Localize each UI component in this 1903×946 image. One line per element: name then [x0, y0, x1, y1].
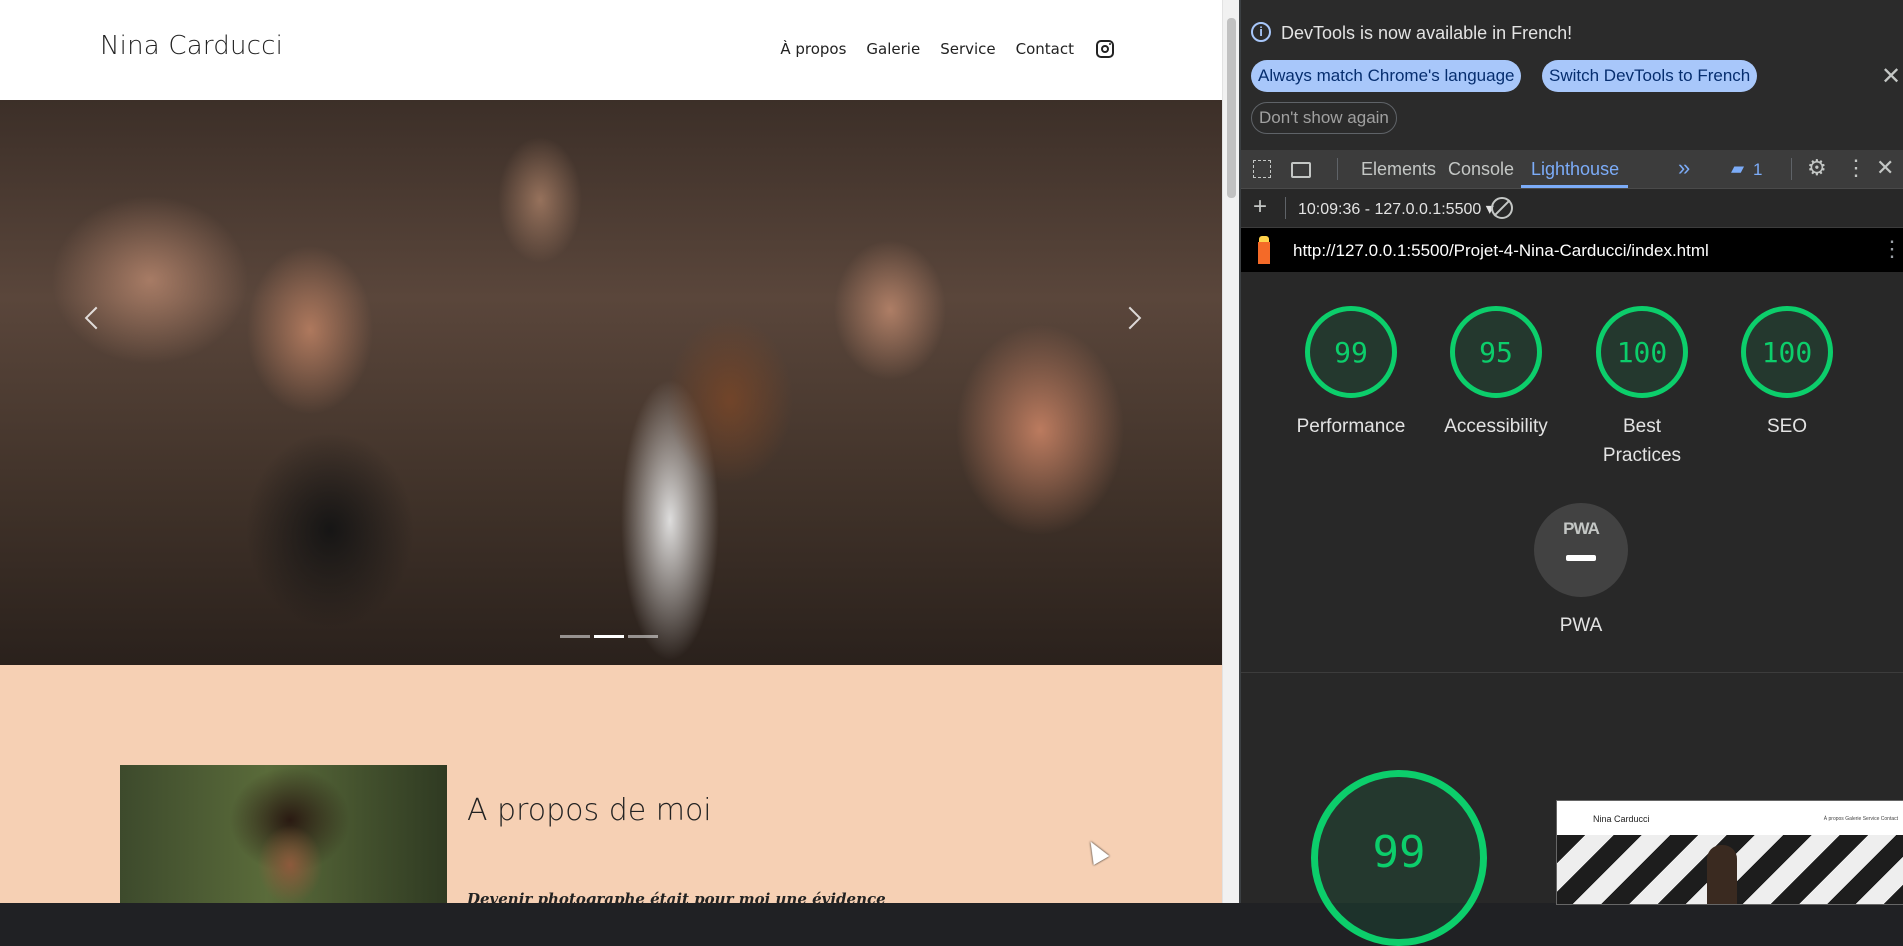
tab-elements[interactable]: Elements: [1361, 159, 1436, 180]
nav-link-contact[interactable]: Contact: [1016, 40, 1074, 58]
toolbar-separator: [1285, 197, 1286, 219]
report-select-dropdown[interactable]: 10:09:36 - 127.0.0.1:5500 ▾: [1298, 199, 1494, 219]
about-section: A propos de moi Devenir photographe étai…: [0, 665, 1222, 903]
gauge-label: Performance: [1296, 416, 1406, 437]
gauge-score: 99: [1305, 306, 1397, 398]
site-nav: À propos Galerie Service Contact: [780, 40, 1114, 58]
about-portrait-image: [120, 765, 447, 903]
site-brand[interactable]: Nina Carducci: [100, 31, 283, 61]
switch-language-button[interactable]: Switch DevTools to French: [1542, 60, 1758, 92]
thumbnail-nav: À propos Galerie Service Contact: [1823, 816, 1898, 822]
carousel-next-icon[interactable]: [1118, 306, 1142, 330]
report-menu-icon[interactable]: ⋮: [1881, 236, 1903, 262]
pwa-dash: [1566, 555, 1596, 561]
scrollbar-thumb[interactable]: [1227, 18, 1236, 198]
nav-link-apropos[interactable]: À propos: [780, 40, 846, 58]
always-match-language-button[interactable]: Always match Chrome's language: [1251, 60, 1522, 92]
devtools-panel: i DevTools is now available in French! A…: [1241, 0, 1903, 903]
language-infobar: i DevTools is now available in French! A…: [1241, 0, 1903, 150]
tab-lighthouse[interactable]: Lighthouse: [1531, 159, 1619, 180]
website-viewport: Nina Carducci À propos Galerie Service C…: [0, 0, 1222, 903]
site-header: Nina Carducci À propos Galerie Service C…: [0, 0, 1222, 100]
more-tabs-icon[interactable]: »: [1678, 155, 1690, 181]
hero-carousel: [0, 100, 1222, 665]
gauge-label: PWA: [1559, 615, 1603, 636]
toolbar-separator: [1791, 158, 1792, 180]
inspect-element-icon[interactable]: [1253, 160, 1271, 178]
carousel-indicators: [560, 635, 658, 638]
carousel-indicator[interactable]: [628, 635, 658, 638]
gauge-score: 100: [1596, 306, 1688, 398]
about-subtitle: Devenir photographe était pour moi une é…: [467, 890, 886, 903]
gauge-accessibility[interactable]: 95 Accessibility: [1436, 306, 1556, 441]
performance-big-gauge: 99: [1311, 770, 1487, 946]
report-divider: [1241, 672, 1903, 673]
devtools-tabbar: Elements Console Lighthouse » ▰ 1 ⚙ ⋮ ✕: [1241, 150, 1903, 189]
lighthouse-toolbar: + 10:09:36 - 127.0.0.1:5500 ▾: [1241, 189, 1903, 228]
gauge-performance[interactable]: 99 Performance: [1291, 306, 1411, 441]
infobar-message: DevTools is now available in French!: [1281, 23, 1573, 43]
gauge-label: Accessibility: [1444, 416, 1548, 437]
pwa-badge-icon: PWA: [1534, 503, 1628, 597]
page-screenshot-thumbnail[interactable]: Nina Carducci À propos Galerie Service C…: [1556, 800, 1903, 905]
messages-count[interactable]: 1: [1753, 160, 1762, 180]
report-url-bar: http://127.0.0.1:5500/Projet-4-Nina-Card…: [1241, 228, 1903, 272]
gauge-pwa[interactable]: PWA PWA: [1521, 503, 1641, 640]
new-report-plus-icon[interactable]: +: [1253, 193, 1267, 221]
carousel-indicator-active[interactable]: [594, 635, 624, 638]
device-toolbar-icon[interactable]: [1291, 162, 1311, 178]
thumbnail-person: [1707, 845, 1737, 904]
instagram-icon[interactable]: [1096, 40, 1114, 58]
gauge-score: 95: [1450, 306, 1542, 398]
gauge-score: 100: [1741, 306, 1833, 398]
gauge-label: SEO: [1766, 416, 1808, 437]
info-icon: i: [1251, 22, 1271, 42]
report-url[interactable]: http://127.0.0.1:5500/Projet-4-Nina-Card…: [1293, 241, 1709, 261]
lighthouse-logo-icon: [1255, 236, 1273, 264]
about-title: A propos de moi: [467, 793, 712, 828]
page-scrollbar[interactable]: [1222, 0, 1240, 903]
active-tab-indicator: [1521, 185, 1628, 188]
gauge-best-practices[interactable]: 100 Best Practices: [1582, 306, 1702, 470]
pwa-badge-text: PWA: [1563, 519, 1600, 538]
toolbar-separator: [1337, 158, 1338, 180]
gauge-label: Best Practices: [1602, 416, 1682, 466]
settings-gear-icon[interactable]: ⚙: [1807, 155, 1827, 181]
carousel-prev-icon[interactable]: [84, 306, 108, 330]
clear-reports-icon[interactable]: [1491, 197, 1513, 219]
gauge-seo[interactable]: 100 SEO: [1727, 306, 1847, 441]
nav-link-service[interactable]: Service: [940, 40, 995, 58]
infobar-close-icon[interactable]: ✕: [1881, 62, 1901, 91]
thumbnail-brand: Nina Carducci: [1593, 814, 1650, 824]
carousel-indicator[interactable]: [560, 635, 590, 638]
customize-menu-icon[interactable]: ⋮: [1845, 155, 1867, 181]
performance-big-score: 99: [1372, 827, 1426, 878]
dont-show-again-button[interactable]: Don't show again: [1251, 102, 1397, 134]
devtools-close-icon[interactable]: ✕: [1876, 155, 1894, 181]
tab-console[interactable]: Console: [1448, 159, 1514, 180]
messages-icon[interactable]: ▰: [1731, 159, 1744, 179]
nav-link-galerie[interactable]: Galerie: [866, 40, 920, 58]
